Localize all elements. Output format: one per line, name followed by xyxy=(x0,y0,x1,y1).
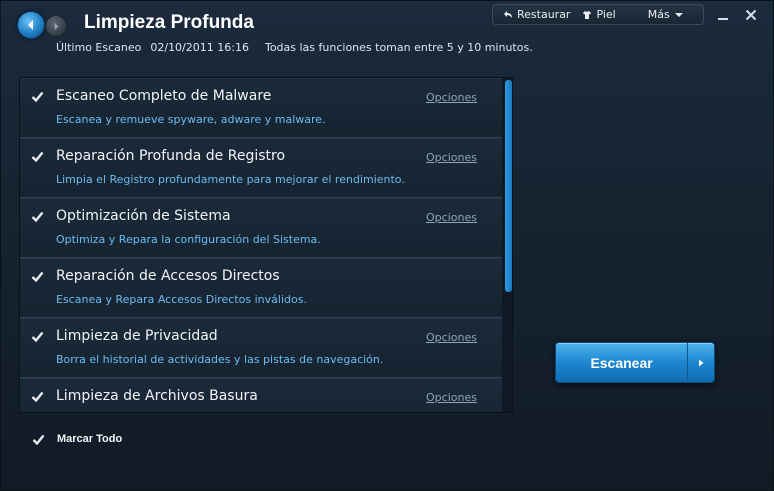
undo-arrow-icon xyxy=(504,10,512,18)
arrow-right-icon xyxy=(54,22,58,30)
task-list: Escaneo Completo de Malware Escanea y re… xyxy=(20,78,502,412)
task-item-shortcut-repair[interactable]: Reparación de Accesos Directos Escanea y… xyxy=(20,258,502,318)
task-description: Borra el historial de actividades y las … xyxy=(56,353,384,366)
restore-label: Restaurar xyxy=(517,8,571,21)
task-options-link[interactable]: Opciones xyxy=(426,391,477,404)
forward-button[interactable] xyxy=(45,15,67,37)
header: Limpieza Profunda Último Escaneo 02/10/2… xyxy=(1,1,773,67)
top-toolbar: Restaurar Piel Más xyxy=(492,4,704,25)
check-all-label[interactable]: Marcar Todo xyxy=(57,433,122,445)
checkmark-icon xyxy=(31,91,43,102)
checkmark-icon xyxy=(31,151,43,162)
task-item-junk-files[interactable]: Limpieza de Archivos Basura Opciones xyxy=(20,378,502,412)
scrollbar-thumb[interactable] xyxy=(505,80,512,292)
restore-button[interactable]: Restaurar xyxy=(493,8,570,21)
last-scan-info: Último Escaneo 02/10/2011 16:16 Todas la… xyxy=(56,41,533,54)
chevron-right-icon xyxy=(699,359,704,366)
task-name: Limpieza de Privacidad xyxy=(56,328,218,344)
task-checkbox[interactable] xyxy=(30,89,44,103)
task-checkbox[interactable] xyxy=(30,209,44,223)
close-icon xyxy=(745,9,757,21)
checkmark-icon xyxy=(31,391,43,402)
task-description: Optimiza y Repara la configuración del S… xyxy=(56,233,321,246)
skin-label: Piel xyxy=(596,8,616,21)
more-label: Más xyxy=(647,8,670,21)
task-options-link[interactable]: Opciones xyxy=(426,331,477,344)
scan-button-label: Escanear xyxy=(590,354,653,371)
task-item-malware-scan[interactable]: Escaneo Completo de Malware Escanea y re… xyxy=(20,78,502,138)
task-checkbox[interactable] xyxy=(30,149,44,163)
duration-info: Todas las funciones toman entre 5 y 10 m… xyxy=(264,41,533,54)
checkmark-icon xyxy=(32,434,44,445)
task-name: Optimización de Sistema xyxy=(56,208,231,224)
app-window: Limpieza Profunda Último Escaneo 02/10/2… xyxy=(0,0,774,491)
more-menu-button[interactable]: Más xyxy=(638,8,684,21)
task-name: Reparación de Accesos Directos xyxy=(56,268,280,284)
task-name: Escaneo Completo de Malware xyxy=(56,88,272,104)
task-checkbox[interactable] xyxy=(30,329,44,343)
close-button[interactable] xyxy=(743,7,759,23)
last-scan-date: 02/10/2011 16:16 xyxy=(150,41,249,54)
task-item-system-optimization[interactable]: Optimización de Sistema Optimiza y Repar… xyxy=(20,198,502,258)
checkmark-icon xyxy=(31,271,43,282)
task-item-registry-repair[interactable]: Reparación Profunda de Registro Limpia e… xyxy=(20,138,502,198)
check-all-checkbox[interactable] xyxy=(31,432,45,446)
minimize-button[interactable] xyxy=(715,7,731,23)
checkmark-icon xyxy=(31,211,43,222)
caret-down-icon xyxy=(674,12,683,17)
shirt-icon xyxy=(583,10,592,19)
minimize-icon xyxy=(718,18,728,20)
checkmark-icon xyxy=(31,331,43,342)
skin-button[interactable]: Piel xyxy=(572,8,616,21)
task-options-link[interactable]: Opciones xyxy=(426,151,477,164)
page-title: Limpieza Profunda xyxy=(84,12,254,33)
task-options-link[interactable]: Opciones xyxy=(426,211,477,224)
task-name: Limpieza de Archivos Basura xyxy=(56,388,258,404)
task-description: Escanea y remueve spyware, adware y malw… xyxy=(56,113,326,126)
scan-button[interactable]: Escanear xyxy=(555,342,715,383)
back-button[interactable] xyxy=(17,11,45,39)
last-scan-label: Último Escaneo xyxy=(56,41,142,54)
task-name: Reparación Profunda de Registro xyxy=(56,148,286,164)
list-scrollbar[interactable] xyxy=(503,78,512,412)
scan-options-arrow[interactable] xyxy=(687,343,714,382)
task-description: Escanea y Repara Accesos Directos inváli… xyxy=(56,293,307,306)
task-item-privacy-cleanup[interactable]: Limpieza de Privacidad Borra el historia… xyxy=(20,318,502,378)
task-options-link[interactable]: Opciones xyxy=(426,91,477,104)
task-list-panel: Escaneo Completo de Malware Escanea y re… xyxy=(19,77,513,413)
task-checkbox[interactable] xyxy=(30,389,44,403)
task-description: Limpia el Registro profundamente para me… xyxy=(56,173,405,186)
arrow-left-icon xyxy=(28,20,33,30)
task-checkbox[interactable] xyxy=(30,269,44,283)
